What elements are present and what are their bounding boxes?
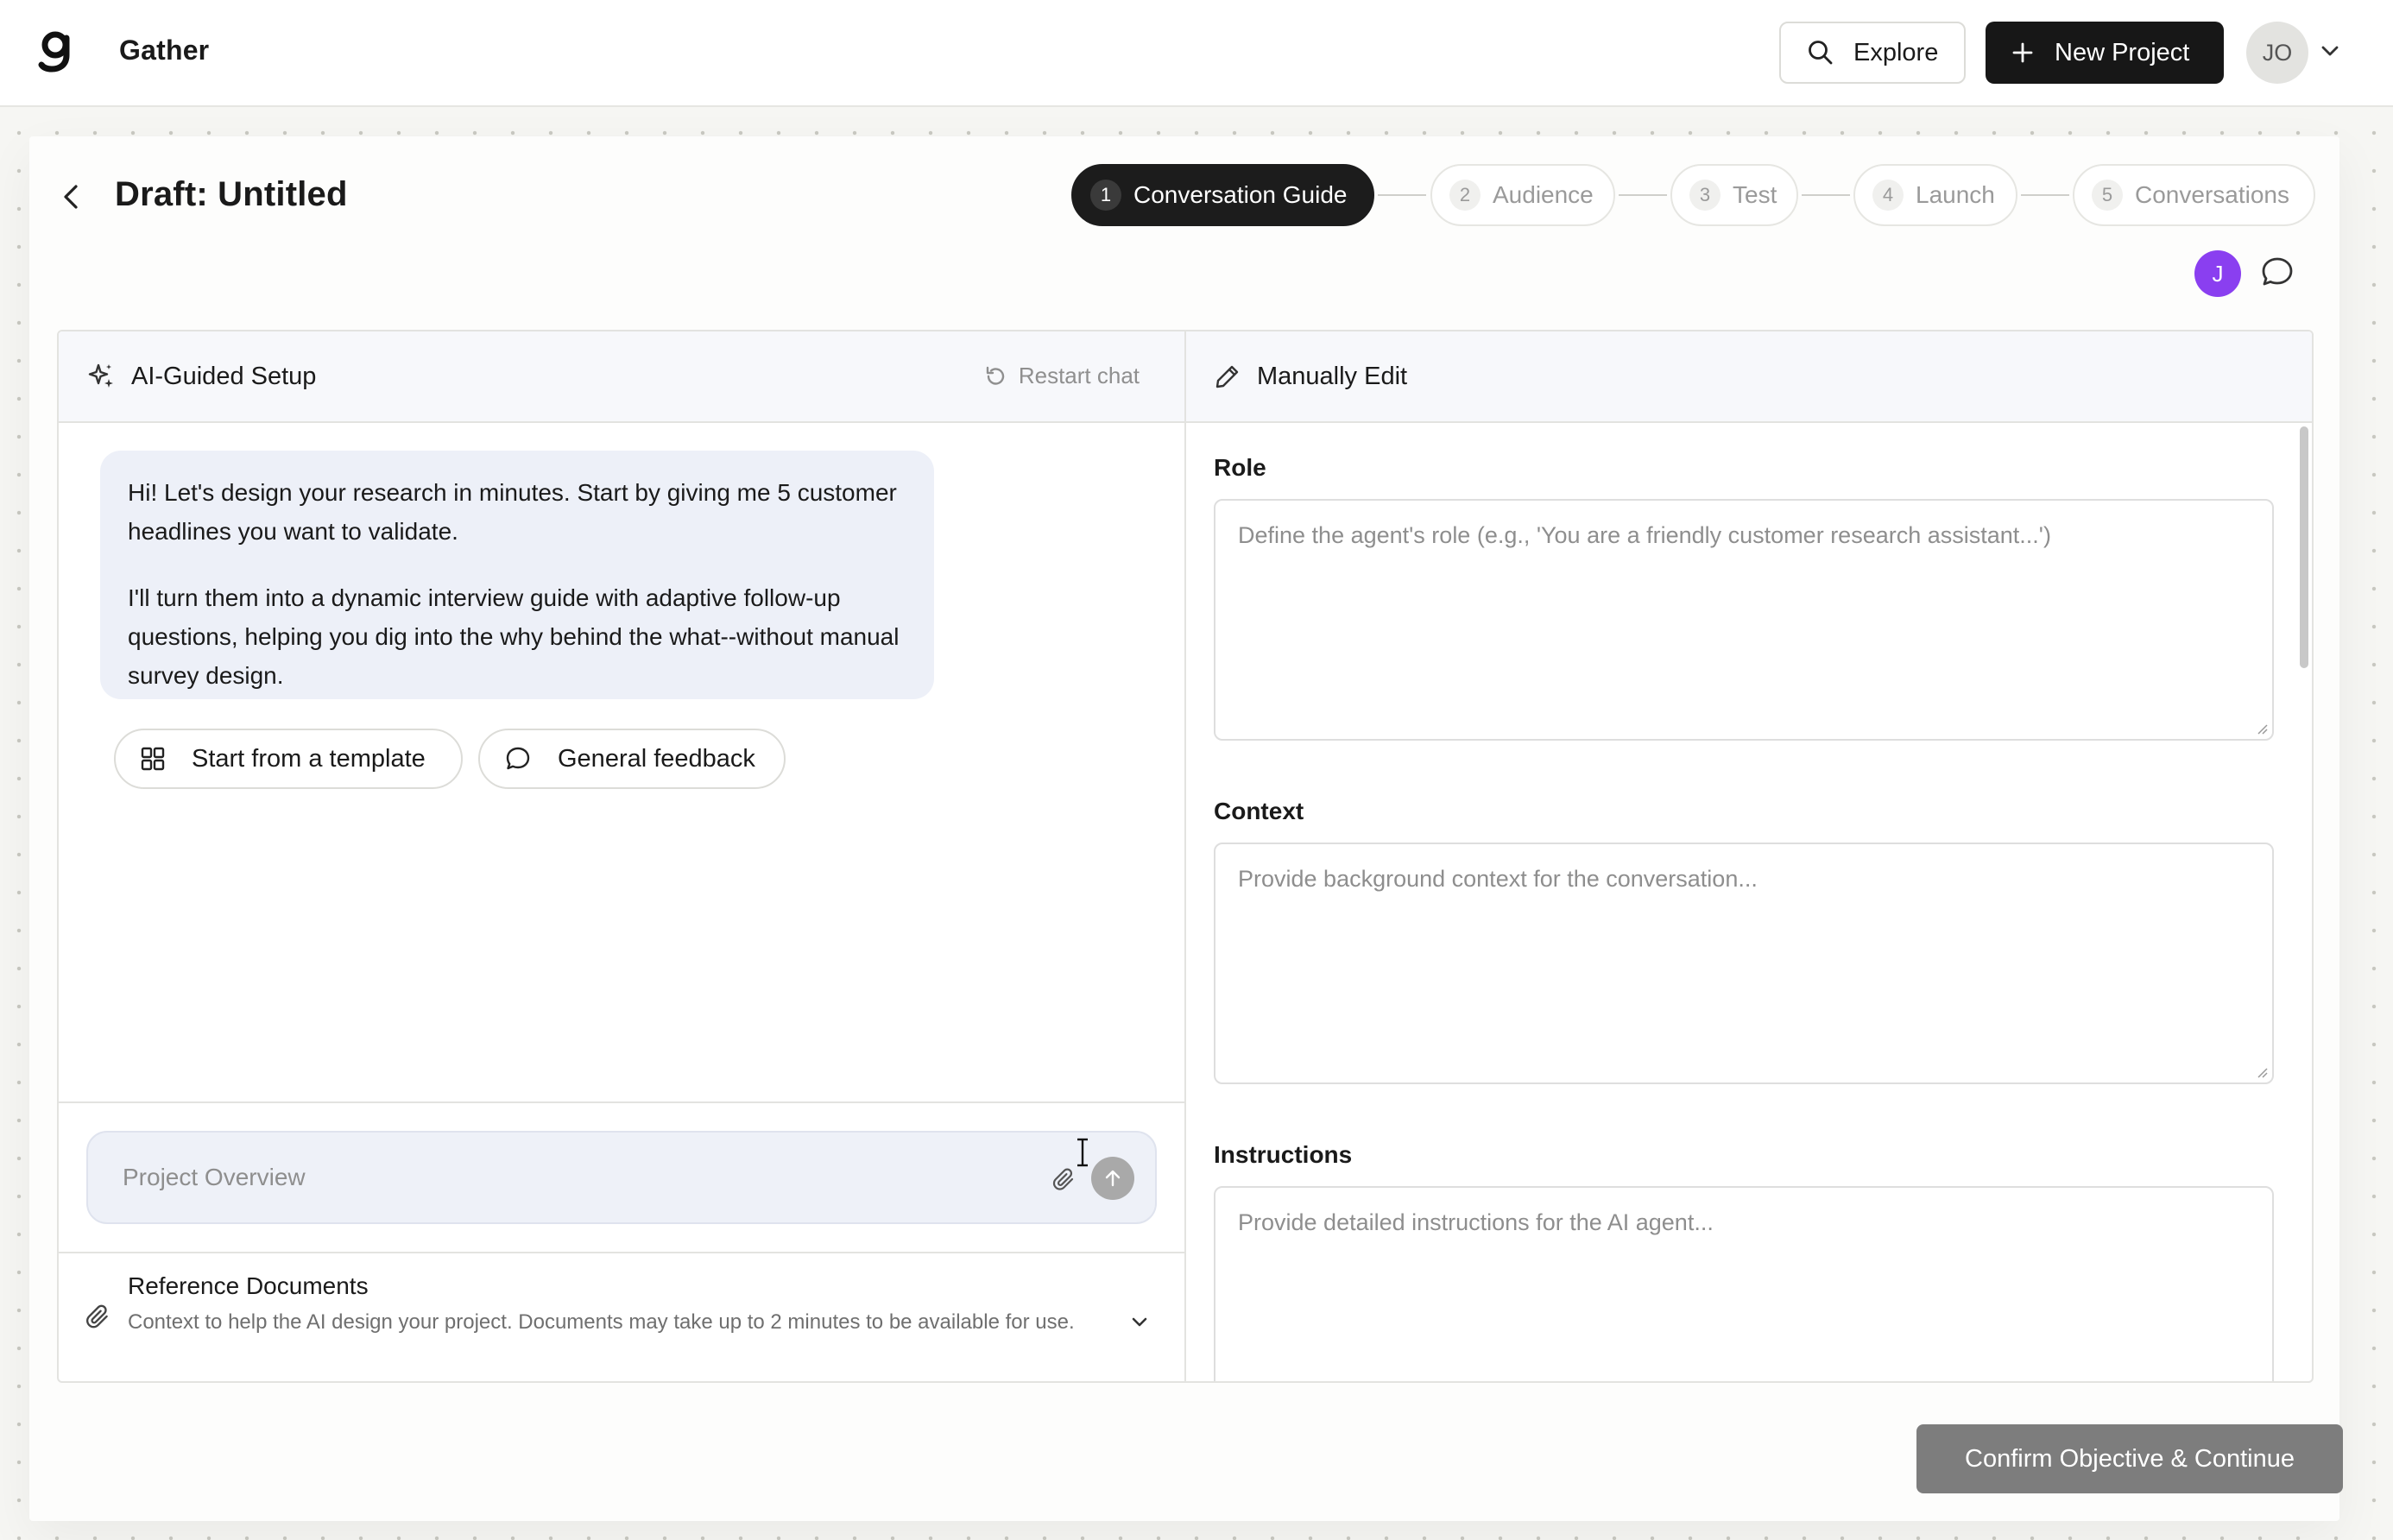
page-title: Draft: Untitled: [115, 175, 348, 213]
instructions-label: Instructions: [1214, 1141, 1353, 1168]
reference-documents-description: Context to help the AI design your proje…: [128, 1310, 1075, 1334]
context-label: Context: [1214, 798, 1304, 824]
ai-guided-setup-panel: AI-Guided Setup Restart chat Hi! Let's d…: [59, 331, 1186, 1381]
divider: [59, 1252, 1184, 1253]
chat-bubble-icon: [506, 747, 530, 770]
chevron-down-icon[interactable]: [2320, 41, 2339, 60]
chip-label: General feedback: [558, 744, 755, 773]
send-button[interactable]: [1091, 1157, 1134, 1200]
ai-panel-title: AI-Guided Setup: [131, 362, 317, 390]
project-overview-input[interactable]: [88, 1133, 1038, 1222]
restart-chat-button[interactable]: Restart chat: [984, 363, 1140, 389]
step-conversation-guide[interactable]: 1 Conversation Guide: [1071, 164, 1374, 226]
step-number: 1: [1090, 180, 1121, 211]
chat-composer: [86, 1131, 1157, 1224]
grid-icon: [141, 747, 165, 771]
step-connector: [1802, 194, 1850, 196]
resize-handle-icon[interactable]: [2255, 1065, 2269, 1079]
step-connector: [2021, 194, 2069, 196]
step-number: 3: [1689, 180, 1721, 211]
step-conversations[interactable]: 5 Conversations: [2073, 164, 2315, 226]
text-cursor-icon: [1077, 1138, 1088, 1167]
general-feedback-chip[interactable]: General feedback: [478, 729, 786, 789]
step-number: 5: [2092, 180, 2123, 211]
resize-handle-icon[interactable]: [2255, 722, 2269, 735]
manual-panel-header: Manually Edit: [1186, 331, 2312, 423]
step-number: 4: [1872, 180, 1904, 211]
paperclip-icon[interactable]: [1051, 1167, 1077, 1193]
plus-icon: [2012, 42, 2033, 63]
new-project-label: New Project: [2055, 38, 2190, 66]
new-project-button[interactable]: New Project: [1986, 22, 2224, 84]
step-launch[interactable]: 4 Launch: [1853, 164, 2017, 226]
step-audience[interactable]: 2 Audience: [1430, 164, 1615, 226]
step-number: 2: [1449, 180, 1481, 211]
ai-panel-header: AI-Guided Setup Restart chat: [59, 331, 1184, 423]
restart-chat-label: Restart chat: [1018, 363, 1140, 388]
back-arrow-icon[interactable]: [59, 181, 83, 212]
context-textarea[interactable]: [1215, 844, 2272, 1082]
assistant-message-bubble: Hi! Let's design your research in minute…: [100, 451, 934, 699]
sparkles-icon: [88, 363, 113, 388]
role-field: [1214, 499, 2274, 741]
user-avatar[interactable]: JO: [2246, 22, 2308, 84]
arrow-up-icon: [1105, 1170, 1121, 1187]
restart-icon: [986, 366, 1005, 385]
paperclip-icon: [86, 1304, 108, 1329]
role-textarea[interactable]: [1215, 501, 2272, 739]
pencil-icon: [1215, 365, 1239, 388]
editor-panels: AI-Guided Setup Restart chat Hi! Let's d…: [57, 330, 2314, 1383]
top-navigation-bar: Gather Explore New Project JO: [0, 0, 2393, 107]
step-label: Conversations: [2135, 181, 2289, 208]
instructions-textarea[interactable]: [1215, 1188, 2272, 1381]
collaborator-avatar[interactable]: J: [2194, 250, 2241, 297]
step-test[interactable]: 3 Test: [1670, 164, 1798, 226]
chevron-down-icon[interactable]: [1129, 1312, 1150, 1333]
gather-logo-icon[interactable]: [38, 29, 76, 73]
confirm-objective-continue-button[interactable]: Confirm Objective & Continue: [1916, 1424, 2343, 1493]
scrollbar-thumb[interactable]: [2300, 426, 2308, 668]
assistant-message-text: I'll turn them into a dynamic interview …: [128, 584, 900, 689]
step-label: Test: [1733, 181, 1777, 208]
role-label: Role: [1214, 454, 1266, 481]
start-from-template-chip[interactable]: Start from a template: [114, 729, 463, 789]
manual-panel-title: Manually Edit: [1257, 362, 1408, 390]
step-label: Launch: [1916, 181, 1995, 208]
comment-icon[interactable]: [2258, 254, 2296, 292]
reference-documents-title: Reference Documents: [128, 1272, 369, 1299]
app-name: Gather: [119, 35, 210, 66]
chip-label: Start from a template: [192, 744, 426, 773]
project-editor-card: Draft: Untitled 1 Conversation Guide 2 A…: [29, 136, 2343, 1521]
step-connector: [1619, 194, 1667, 196]
assistant-message-text: Hi! Let's design your research in minute…: [128, 479, 897, 545]
explore-button[interactable]: Explore: [1779, 22, 1966, 84]
manual-panel-scrollbar[interactable]: [2298, 426, 2308, 996]
divider: [59, 1101, 1184, 1103]
manual-edit-panel: Manually Edit Role Context Instructions: [1186, 331, 2312, 1381]
instructions-field: [1214, 1186, 2274, 1381]
step-label: Conversation Guide: [1133, 181, 1348, 208]
explore-label: Explore: [1853, 38, 1939, 66]
step-connector: [1378, 194, 1426, 196]
step-label: Audience: [1493, 181, 1594, 208]
search-icon: [1809, 41, 1833, 65]
context-field: [1214, 843, 2274, 1084]
